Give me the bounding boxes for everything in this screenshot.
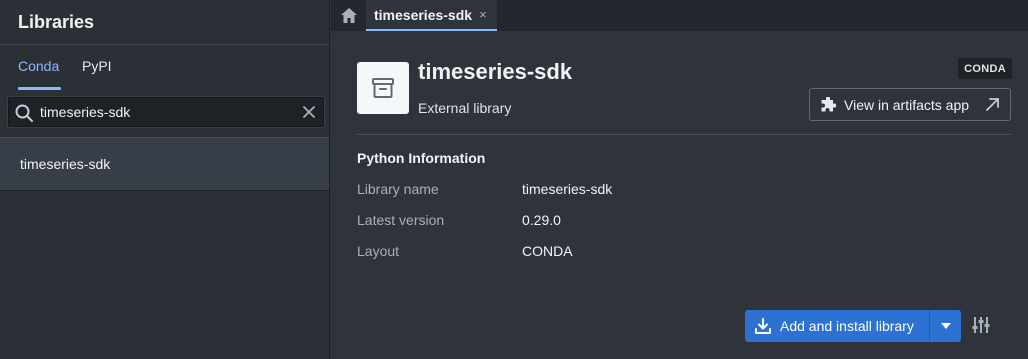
header-divider	[357, 134, 1011, 135]
home-icon	[341, 8, 357, 23]
tab-pypi[interactable]: PyPI	[82, 58, 112, 74]
add-and-install-button[interactable]: Add and install library	[745, 310, 929, 342]
source-badge: CONDA	[958, 58, 1012, 79]
library-avatar	[357, 62, 409, 114]
source-tabs: Conda PyPI	[0, 45, 329, 91]
add-and-install-label: Add and install library	[780, 318, 914, 334]
view-in-artifacts-button[interactable]: View in artifacts app	[809, 88, 1011, 121]
install-options-dropdown[interactable]	[930, 310, 961, 342]
puzzle-icon	[821, 96, 836, 111]
library-subtitle: External library	[418, 100, 512, 116]
active-tab-indicator	[18, 87, 61, 90]
library-name-value: timeseries-sdk	[522, 181, 613, 197]
search-icon	[15, 104, 33, 122]
caret-down-icon	[940, 323, 951, 329]
search-box	[7, 96, 325, 128]
sliders-icon[interactable]	[971, 315, 991, 335]
layout-value: CONDA	[522, 243, 573, 259]
search-input[interactable]	[40, 97, 295, 127]
add-and-install-button-group: Add and install library	[745, 310, 961, 342]
python-info-title: Python Information	[357, 150, 486, 166]
tab-timeseries-sdk[interactable]: timeseries-sdk ×	[366, 0, 497, 31]
download-icon	[755, 318, 771, 334]
tab-conda[interactable]: Conda	[18, 58, 59, 74]
home-tab[interactable]	[333, 0, 365, 31]
library-title: timeseries-sdk	[418, 59, 573, 84]
latest-version-label: Latest version	[357, 212, 445, 228]
library-name-label: Library name	[357, 181, 439, 197]
layout-label: Layout	[357, 243, 400, 259]
clear-icon[interactable]	[302, 105, 316, 119]
search-result-item[interactable]: timeseries-sdk	[0, 137, 329, 191]
box-icon	[372, 78, 394, 98]
sidebar-title: Libraries	[18, 11, 95, 32]
document-tabbar: timeseries-sdk ×	[331, 0, 1028, 31]
libraries-sidebar: Libraries Conda PyPI timeseries-sdk	[0, 0, 330, 359]
view-in-artifacts-label: View in artifacts app	[844, 96, 970, 113]
tab-label: timeseries-sdk	[374, 6, 473, 23]
library-details: timeseries-sdk External library CONDA Vi…	[331, 31, 1028, 359]
sidebar-header: Libraries	[0, 0, 329, 45]
latest-version-value: 0.29.0	[522, 212, 561, 228]
close-tab-icon[interactable]: ×	[479, 7, 487, 22]
external-link-icon	[986, 98, 999, 111]
